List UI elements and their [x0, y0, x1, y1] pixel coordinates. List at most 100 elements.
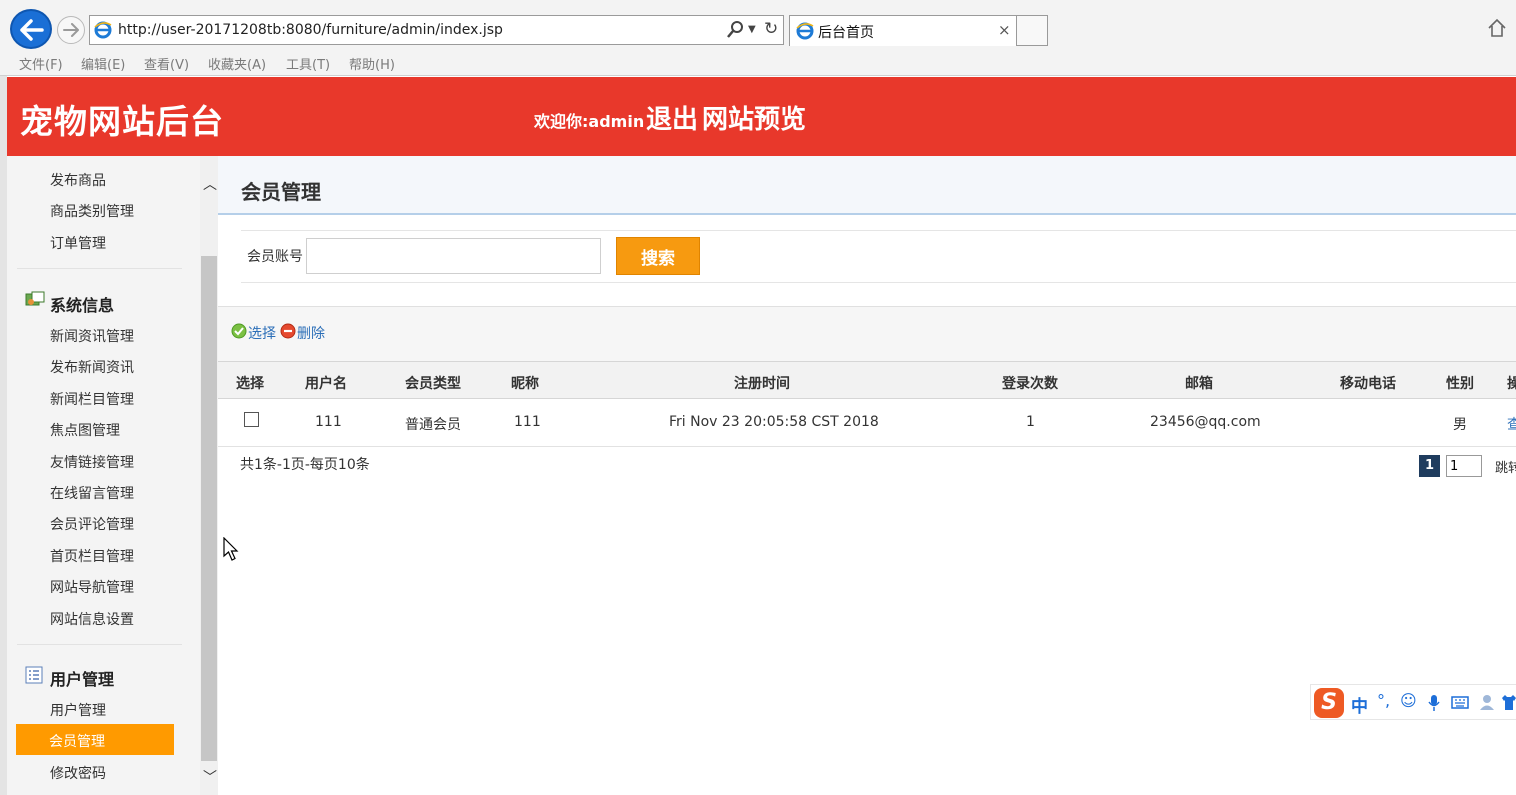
- microphone-icon[interactable]: [1428, 694, 1440, 712]
- sidebar-item-news[interactable]: 新闻资讯管理: [50, 326, 134, 346]
- sidebar-item-users[interactable]: 用户管理: [50, 700, 106, 720]
- select-all-link[interactable]: 选择: [248, 323, 276, 343]
- column-header: 登录次数: [1002, 376, 1058, 392]
- address-bar[interactable]: http://user-20171208tb:8080/furniture/ad…: [89, 15, 784, 45]
- emoji-icon[interactable]: ☺: [1400, 691, 1417, 710]
- address-url: http://user-20171208tb:8080/furniture/ad…: [118, 22, 503, 38]
- table-header: 选择 用户名 会员类型 昵称 注册时间 登录次数 邮箱 移动电话 性别 操: [218, 361, 1516, 399]
- chevron-down-icon[interactable]: ▼: [748, 24, 756, 35]
- search-button[interactable]: 搜索: [616, 237, 700, 275]
- column-header: 选择: [236, 376, 264, 392]
- welcome-label: 欢迎你:: [534, 112, 589, 131]
- cell-nickname: 111: [514, 414, 541, 430]
- site-preview-link[interactable]: 网站预览: [702, 99, 806, 136]
- sidebar-item-orders[interactable]: 订单管理: [50, 233, 106, 253]
- delete-link[interactable]: 删除: [297, 323, 325, 343]
- home-icon[interactable]: [1487, 18, 1507, 38]
- scrollbar-thumb[interactable]: [201, 256, 217, 761]
- cell-reg-time: Fri Nov 23 20:05:58 CST 2018: [669, 414, 879, 430]
- menu-tools[interactable]: 工具(T): [286, 54, 330, 73]
- column-header: 邮箱: [1185, 376, 1213, 392]
- table-row: 111 普通会员 111 Fri Nov 23 20:05:58 CST 201…: [218, 399, 1516, 447]
- ie-icon: [94, 21, 112, 39]
- sidebar-item-members-active[interactable]: 会员管理: [16, 724, 174, 755]
- search-label: 会员账号: [247, 249, 303, 265]
- menu-view[interactable]: 查看(V): [144, 54, 189, 73]
- browser-chrome: http://user-20171208tb:8080/furniture/ad…: [0, 0, 1516, 76]
- sidebar-item-goods-category[interactable]: 商品类别管理: [50, 201, 134, 221]
- tab-title: 后台首页: [818, 25, 874, 41]
- sidebar-item-member-comments[interactable]: 会员评论管理: [50, 514, 134, 534]
- skin-icon[interactable]: [1501, 694, 1516, 711]
- cell-login-count: 1: [1026, 414, 1035, 430]
- menu-file[interactable]: 文件(F): [19, 54, 63, 73]
- refresh-icon[interactable]: ↻: [764, 19, 778, 39]
- sidebar-item-focus-image[interactable]: 焦点图管理: [50, 420, 120, 440]
- sidebar-item-change-password[interactable]: 修改密码: [50, 763, 106, 783]
- cell-username: 111: [315, 414, 342, 430]
- close-icon[interactable]: ×: [998, 21, 1011, 39]
- window-edge: [0, 76, 7, 795]
- pager-current-page[interactable]: 1: [1419, 455, 1440, 477]
- system-info-icon: [25, 291, 45, 306]
- ime-punctuation[interactable]: °,: [1377, 691, 1390, 710]
- column-header: 操: [1507, 376, 1516, 392]
- site-title: 宠物网站后台: [20, 102, 224, 141]
- sidebar-item-site-settings[interactable]: 网站信息设置: [50, 609, 134, 629]
- sogou-logo-icon[interactable]: S: [1314, 688, 1344, 718]
- pager-jump-button[interactable]: 跳转: [1495, 457, 1516, 476]
- sidebar-scrollbar[interactable]: ︿ ﹀: [200, 156, 218, 795]
- chevron-up-icon[interactable]: ︿: [203, 174, 217, 194]
- sidebar-item-friend-links[interactable]: 友情链接管理: [50, 452, 134, 472]
- row-checkbox[interactable]: [244, 412, 259, 427]
- pager-page-input[interactable]: [1446, 455, 1482, 477]
- column-header: 移动电话: [1340, 376, 1396, 392]
- menu-bar: 文件(F) 编辑(E) 查看(V) 收藏夹(A) 工具(T) 帮助(H): [0, 50, 1516, 76]
- check-circle-icon: [231, 323, 247, 339]
- menu-help[interactable]: 帮助(H): [349, 54, 395, 73]
- menu-edit[interactable]: 编辑(E): [81, 54, 125, 73]
- action-bar: 选择 删除: [218, 306, 1516, 361]
- logout-link[interactable]: 退出: [646, 99, 698, 136]
- user-icon[interactable]: [1479, 694, 1495, 711]
- mouse-cursor-icon: [223, 537, 239, 561]
- tab-admin-home[interactable]: 后台首页 ×: [789, 15, 1017, 46]
- column-header: 会员类型: [405, 376, 461, 392]
- back-button[interactable]: [10, 9, 52, 49]
- app-header: 宠物网站后台 欢迎你:admin 退出 网站预览: [7, 77, 1516, 156]
- search-icon[interactable]: [726, 20, 744, 40]
- sidebar-section-user[interactable]: 用户管理: [50, 666, 114, 690]
- welcome-text: 欢迎你:admin: [534, 108, 644, 132]
- forward-button[interactable]: [57, 16, 85, 44]
- back-arrow-icon: [20, 19, 44, 41]
- sidebar-item-publish-news[interactable]: 发布新闻资讯: [50, 357, 134, 377]
- sidebar: 发布商品 商品类别管理 订单管理 系统信息 新闻资讯管理 发布新闻资讯 新闻栏目…: [7, 156, 200, 795]
- cell-member-type: 普通会员: [405, 417, 461, 433]
- cell-gender: 男: [1453, 417, 1467, 433]
- user-management-icon: [25, 666, 43, 684]
- keyboard-icon[interactable]: [1451, 696, 1469, 709]
- sidebar-divider: [17, 268, 182, 269]
- column-header: 昵称: [511, 376, 539, 392]
- chevron-down-icon[interactable]: ﹀: [203, 767, 217, 787]
- column-header: 注册时间: [734, 376, 790, 392]
- sidebar-item-messages[interactable]: 在线留言管理: [50, 483, 134, 503]
- page-title: 会员管理: [241, 180, 321, 204]
- member-account-input[interactable]: [306, 238, 601, 274]
- sidebar-item-label: 会员管理: [49, 734, 105, 750]
- cell-email: 23456@qq.com: [1150, 414, 1261, 430]
- page-header: 会员管理: [218, 156, 1516, 215]
- welcome-username: admin: [588, 112, 645, 131]
- ie-icon: [796, 22, 814, 40]
- sidebar-section-system[interactable]: 系统信息: [50, 292, 114, 316]
- ime-language[interactable]: 中: [1351, 692, 1368, 717]
- sidebar-item-news-column[interactable]: 新闻栏目管理: [50, 389, 134, 409]
- view-link[interactable]: 查: [1507, 414, 1516, 434]
- ime-toolbar[interactable]: S 中 °, ☺: [1310, 684, 1516, 720]
- menu-favorites[interactable]: 收藏夹(A): [208, 54, 266, 73]
- new-tab-button[interactable]: [1017, 15, 1048, 46]
- sidebar-item-home-column[interactable]: 首页栏目管理: [50, 546, 134, 566]
- sidebar-item-site-nav[interactable]: 网站导航管理: [50, 577, 134, 597]
- sidebar-item-publish-goods[interactable]: 发布商品: [50, 170, 106, 190]
- search-panel: 会员账号 搜索: [241, 230, 1516, 283]
